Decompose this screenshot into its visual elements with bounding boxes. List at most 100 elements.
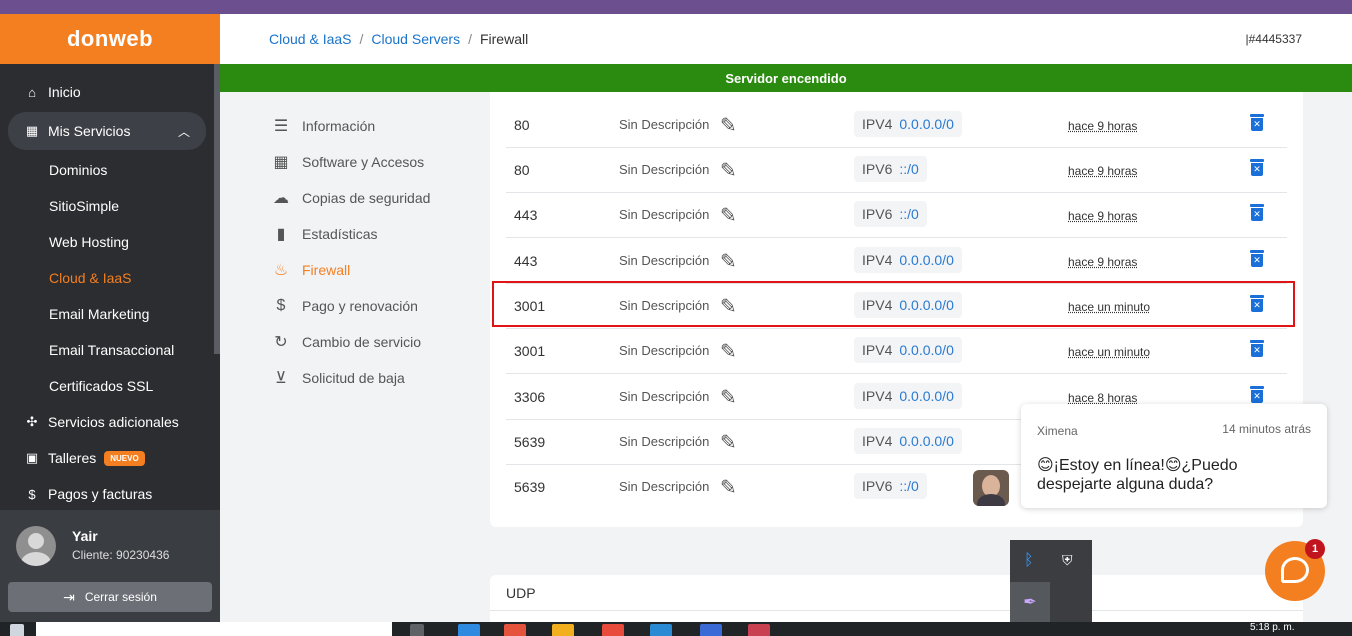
top-strip xyxy=(0,0,1352,14)
document-icon: ☰ xyxy=(273,118,289,135)
submenu-copias-seguridad[interactable]: ☁ Copias de seguridad xyxy=(270,180,470,216)
description: Sin Descripción xyxy=(619,162,710,177)
sidebar-item-mis-servicios[interactable]: ▦ Mis Servicios ︿ xyxy=(8,112,206,150)
pencil-icon[interactable]: ✎ xyxy=(720,475,737,500)
description: Sin Descripción xyxy=(619,389,710,404)
folder-icon[interactable] xyxy=(552,624,574,636)
submenu-estadisticas[interactable]: ▮ Estadísticas xyxy=(270,216,470,252)
table-row: 443 Sin Descripción ✎ IPV4 0.0.0.0/0 hace… xyxy=(506,239,1287,284)
chat-agent-avatar[interactable] xyxy=(973,470,1009,506)
cloud-upload-icon: ☁ xyxy=(273,190,289,207)
sidebar-item-email-marketing[interactable]: Email Marketing xyxy=(0,296,220,332)
logout-button[interactable]: ⇥ Cerrar sesión xyxy=(8,582,212,612)
ip-version: IPV4 xyxy=(862,433,893,449)
fire-icon: ♨ xyxy=(273,262,289,279)
ip-range: IPV4 0.0.0.0/0 xyxy=(854,337,962,363)
delete-button[interactable] xyxy=(1250,340,1266,360)
sidebar-item-pagos-facturas[interactable]: $ Pagos y facturas xyxy=(0,476,220,512)
logout-label: Cerrar sesión xyxy=(84,590,157,604)
chevron-up-icon: ︿ xyxy=(177,124,190,139)
brand-logo[interactable]: donweb xyxy=(0,14,220,64)
task-view-icon[interactable] xyxy=(410,624,424,636)
udp-card: UDP xyxy=(490,575,1303,625)
pencil-icon[interactable]: ✎ xyxy=(720,249,737,274)
chat-launcher-button[interactable]: 1 xyxy=(1265,539,1325,601)
apps-icon: ▦ xyxy=(273,154,289,171)
security-shield-icon[interactable]: ⛨ xyxy=(1062,552,1073,569)
avatar[interactable] xyxy=(16,526,56,566)
breadcrumb-cloud-iaas[interactable]: Cloud & IaaS xyxy=(269,31,352,47)
delete-button[interactable] xyxy=(1250,114,1266,134)
trash-icon xyxy=(1250,340,1264,358)
submenu-software-accesos[interactable]: ▦ Software y Accesos xyxy=(270,144,470,180)
highlight-box xyxy=(492,281,1295,327)
timestamp: hace 9 horas xyxy=(1068,209,1138,223)
mail-icon[interactable] xyxy=(458,624,480,636)
pencil-icon[interactable]: ✎ xyxy=(720,430,737,455)
sidebar-item-talleres[interactable]: ▣ Talleres NUEVO xyxy=(0,440,220,476)
description: Sin Descripción xyxy=(619,343,710,358)
user-name: Yair xyxy=(72,528,98,544)
sidebar-item-dominios[interactable]: Dominios xyxy=(0,152,220,188)
network-app-icon[interactable] xyxy=(700,624,722,636)
app-icon[interactable] xyxy=(504,624,526,636)
delete-button[interactable] xyxy=(1250,250,1266,270)
bluetooth-icon[interactable]: ᛒ xyxy=(1024,552,1034,570)
ip-range: IPV6::/0 xyxy=(854,201,927,227)
app-icon-2[interactable] xyxy=(748,624,770,636)
sidebar-scrollbar[interactable] xyxy=(214,64,220,354)
submenu-pago-renovacion[interactable]: $ Pago y renovación xyxy=(270,288,470,324)
chat-message-bubble[interactable]: Ximena 14 minutos atrás 😊¡Estoy en línea… xyxy=(1021,404,1327,508)
port: 3001 xyxy=(514,343,546,359)
sidebar-item-inicio[interactable]: ⌂ Inicio xyxy=(0,74,220,110)
trash-icon xyxy=(1250,250,1264,268)
taskbar-clock[interactable]: 5:18 p. m. xyxy=(1250,622,1294,634)
pencil-icon[interactable]: ✎ xyxy=(720,113,737,138)
divider xyxy=(490,610,1303,611)
breadcrumb-cloud-servers[interactable]: Cloud Servers xyxy=(371,31,460,47)
briefcase-icon: ▣ xyxy=(25,450,39,465)
delete-button[interactable] xyxy=(1250,386,1266,406)
chat-agent-name: Ximena xyxy=(1037,424,1078,438)
breadcrumb-separator: / xyxy=(359,31,364,47)
description: Sin Descripción xyxy=(619,207,710,222)
pencil-icon[interactable]: ✎ xyxy=(720,203,737,228)
pencil-icon[interactable]: ✎ xyxy=(720,385,737,410)
submenu-solicitud-baja[interactable]: ⊻ Solicitud de baja xyxy=(270,360,470,396)
ip-range: IPV4 0.0.0.0/0 xyxy=(854,383,962,409)
sidebar-item-cloud-iaas[interactable]: Cloud & IaaS xyxy=(0,260,220,296)
port: 80 xyxy=(514,162,530,178)
submenu-informacion[interactable]: ☰ Información xyxy=(270,108,470,144)
submenu-firewall[interactable]: ♨ Firewall xyxy=(270,252,470,288)
chrome-icon[interactable] xyxy=(602,624,624,636)
logout-icon: ⇥ xyxy=(63,588,75,605)
start-icon[interactable] xyxy=(10,624,24,636)
sidebar-item-web-hosting[interactable]: Web Hosting xyxy=(0,224,220,260)
ip-range: IPV4 0.0.0.0/0 xyxy=(854,247,962,273)
table-row: 80 Sin Descripción ✎ IPV4 0.0.0.0/0 hace … xyxy=(506,103,1287,148)
description: Sin Descripción xyxy=(619,253,710,268)
sidebar-item-email-transaccional[interactable]: Email Transaccional xyxy=(0,332,220,368)
trash-icon xyxy=(1250,159,1264,177)
pencil-icon[interactable]: ✎ xyxy=(720,339,737,364)
feather-icon[interactable]: ✒ xyxy=(1010,582,1050,622)
notification-badge: 1 xyxy=(1305,539,1325,559)
user-box: Yair Cliente: 90230436 ⇥ Cerrar sesión xyxy=(0,510,220,622)
taskbar-search-input[interactable] xyxy=(36,622,392,636)
download-circle-icon: ⊻ xyxy=(275,370,287,387)
ip-version: IPV6 xyxy=(862,161,893,177)
submenu-cambio-servicio[interactable]: ↻ Cambio de servicio xyxy=(270,324,470,360)
new-badge: NUEVO xyxy=(104,450,145,466)
chat-message: 😊¡Estoy en línea!😊¿Puedo despejarte algu… xyxy=(1037,457,1238,493)
ip-version: IPV4 xyxy=(862,116,893,132)
table-row: 3001 Sin Descripción ✎ IPV4 0.0.0.0/0 hac… xyxy=(506,329,1287,374)
sidebar-item-servicios-adicionales[interactable]: ✣ Servicios adicionales xyxy=(0,404,220,440)
sidebar-item-label: Pagos y facturas xyxy=(48,486,153,502)
sidebar-item-certificados-ssl[interactable]: Certificados SSL xyxy=(0,368,220,404)
vscode-icon[interactable] xyxy=(650,624,672,636)
ip-address: 0.0.0.0/0 xyxy=(899,342,954,358)
delete-button[interactable] xyxy=(1250,204,1266,224)
pencil-icon[interactable]: ✎ xyxy=(720,158,737,183)
sidebar-item-sitiosimple[interactable]: SitioSimple xyxy=(0,188,220,224)
delete-button[interactable] xyxy=(1250,159,1266,179)
